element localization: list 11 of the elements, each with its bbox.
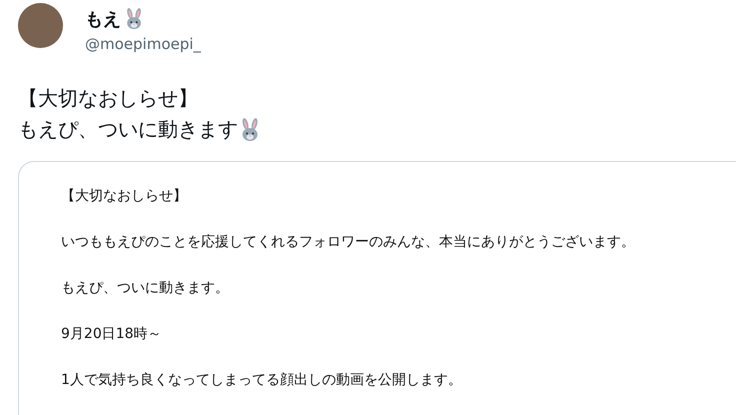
document-paragraph: 【大切なおしらせ】 [61, 187, 188, 206]
avatar-placeholder[interactable] [18, 3, 63, 48]
tweet-text: もえぴ、ついに動きます [18, 116, 238, 143]
attached-image-card[interactable]: 【大切なおしらせ】 いつももえぴのことを応援してくれるフォロワーのみんな、本当にありがとうございます。 もえぴ、ついに動きます。 9月20日18時～ 1人で気持ち良くなってしまってる顔出しの動画を公開します。 [18, 161, 736, 415]
document-paragraph: 9月20日18時～ [61, 325, 163, 344]
display-name[interactable]: もえ [85, 7, 121, 31]
document-paragraph: 1人で気持ち良くなってしまってる顔出しの動画を公開します。 [61, 371, 463, 390]
document-paragraph: もえぴ、ついに動きます。 [61, 279, 230, 298]
user-handle[interactable]: @moepimoepi_ [85, 35, 201, 53]
tweet-text: 【大切なおしらせ】 [18, 85, 198, 112]
document-paragraph: いつももえぴのことを応援してくれるフォロワーのみんな、本当にありがとうございます。 [61, 233, 636, 252]
